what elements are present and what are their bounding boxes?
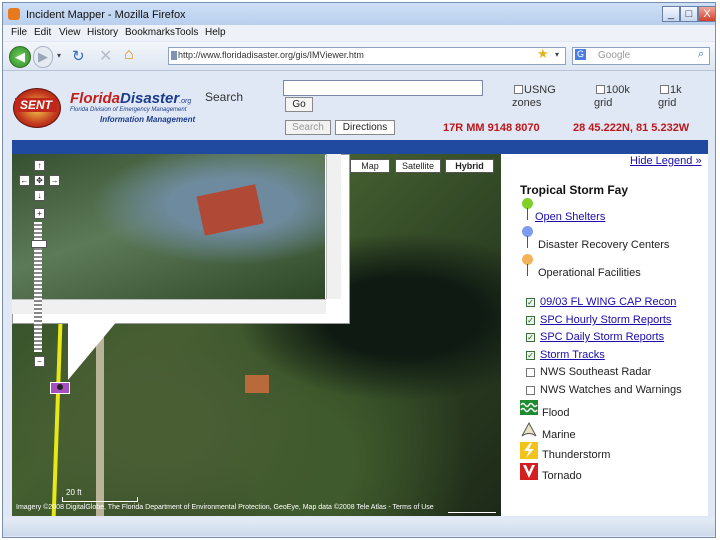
menu-tools[interactable]: Tools <box>175 27 198 38</box>
zoom-slider-handle[interactable] <box>31 240 47 248</box>
1k-grid-label: 1k grid <box>658 84 682 109</box>
scale-label: 20 ft <box>66 488 82 497</box>
info-window-hscrollbar[interactable] <box>12 299 326 314</box>
legend-disaster-recovery: Disaster Recovery Centers <box>538 239 670 251</box>
pan-left-icon[interactable]: ← <box>19 175 30 186</box>
layer-cap-recon-checkbox[interactable]: ✓ <box>526 298 535 307</box>
layer-nws-radar-checkbox[interactable] <box>526 368 535 377</box>
map-type-map[interactable]: Map <box>350 159 390 173</box>
header-divider-bar <box>12 140 708 154</box>
layer-cap-recon[interactable]: 09/03 FL WING CAP Recon <box>540 296 676 308</box>
url-dropdown-icon[interactable]: ▾ <box>555 50 559 59</box>
hide-legend-link[interactable]: Hide Legend » <box>630 155 702 167</box>
close-button[interactable]: X <box>698 6 716 22</box>
legend-open-shelters[interactable]: Open Shelters <box>535 211 605 223</box>
pan-center-icon[interactable]: ✥ <box>34 175 45 186</box>
map-attribution: Imagery ©2008 DigitalGlobe, The Florida … <box>16 504 434 511</box>
layer-spc-daily-checkbox[interactable]: ✓ <box>526 333 535 342</box>
pan-right-icon[interactable]: → <box>49 175 60 186</box>
window-title: Incident Mapper - Mozilla Firefox <box>26 9 186 21</box>
green-pin-stem <box>527 208 528 220</box>
minimize-button[interactable]: _ <box>662 6 680 22</box>
site-icon <box>171 51 177 60</box>
logo-disaster: Disaster <box>120 90 180 107</box>
scale-bar <box>62 497 138 502</box>
menu-file[interactable]: File <box>11 27 27 38</box>
web-search-input[interactable] <box>572 47 710 65</box>
go-button[interactable]: Go <box>285 97 313 112</box>
usng-zones-label: USNG zones <box>512 84 556 109</box>
layer-spc-daily[interactable]: SPC Daily Storm Reports <box>540 331 664 343</box>
directions-tab[interactable]: Directions <box>335 120 395 135</box>
search-tab[interactable]: Search <box>285 120 331 135</box>
orange-pin-stem <box>527 264 528 276</box>
flood-icon <box>520 400 538 415</box>
latlon-coordinate: 28 45.222N, 81 5.232W <box>573 122 690 134</box>
zoom-in-icon[interactable]: + <box>34 208 45 219</box>
back-icon[interactable]: ◀ <box>9 46 31 68</box>
search-label: Search <box>205 90 244 104</box>
reload-icon[interactable]: ↻ <box>72 47 85 65</box>
legend-operational-facilities: Operational Facilities <box>538 267 641 279</box>
marker-lens <box>57 384 63 390</box>
info-window-scrollbar[interactable] <box>326 154 341 299</box>
info-window-tail <box>68 320 118 380</box>
menu-view[interactable]: View <box>59 27 81 38</box>
pan-down-icon[interactable]: ↓ <box>34 190 45 201</box>
magnifier-icon[interactable]: ⌕ <box>698 48 704 61</box>
map-house <box>245 375 269 393</box>
menu-history[interactable]: History <box>87 27 118 38</box>
forward-icon[interactable]: ▶ <box>33 46 53 68</box>
marine-icon <box>520 421 538 437</box>
bookmark-star-icon[interactable]: ★ <box>537 46 549 62</box>
web-search-placeholder: Google <box>598 50 631 61</box>
status-bar <box>3 518 715 536</box>
menu-bar: File Edit View History Bookmarks Tools H… <box>3 25 715 41</box>
logo-florida: Florida <box>70 90 121 107</box>
legend-marine: Marine <box>542 429 576 441</box>
layer-nws-warnings-checkbox[interactable] <box>526 386 535 395</box>
zoom-out-icon[interactable]: − <box>34 356 45 367</box>
legend-title: Tropical Storm Fay <box>520 183 629 197</box>
100k-grid-label: 100k grid <box>594 84 630 109</box>
layer-nws-warnings: NWS Watches and Warnings <box>540 384 682 396</box>
logo-subtitle: Florida Division of Emergency Management <box>70 107 187 113</box>
stop-icon[interactable]: ✕ <box>99 46 112 66</box>
tornado-icon <box>520 463 538 480</box>
logo-subtitle-2: Information Management <box>100 115 196 124</box>
site-logo[interactable]: FloridaDisaster.org <box>70 90 191 107</box>
map-type-hybrid[interactable]: Hybrid <box>445 159 494 173</box>
search-engine-icon[interactable]: G <box>575 49 586 60</box>
layer-spc-hourly-checkbox[interactable]: ✓ <box>526 316 535 325</box>
legend-tornado: Tornado <box>542 470 582 482</box>
map-type-satellite[interactable]: Satellite <box>395 159 441 173</box>
menu-edit[interactable]: Edit <box>34 27 51 38</box>
thunderstorm-icon <box>520 442 538 459</box>
layer-spc-hourly[interactable]: SPC Hourly Storm Reports <box>540 314 671 326</box>
history-dropdown-icon[interactable]: ▾ <box>57 51 61 60</box>
maximize-button[interactable]: □ <box>680 6 698 22</box>
seal-text: SENT <box>15 98 57 112</box>
location-search-input[interactable] <box>283 80 483 96</box>
layer-storm-tracks-checkbox[interactable]: ✓ <box>526 351 535 360</box>
legend-flood: Flood <box>542 407 570 419</box>
pan-up-icon[interactable]: ↑ <box>34 160 45 171</box>
blue-pin-stem <box>527 236 528 248</box>
logo-org: .org <box>179 98 192 105</box>
firefox-icon <box>8 8 20 20</box>
terms-link-underline[interactable] <box>448 512 496 513</box>
address-text: http://www.floridadisaster.org/gis/IMVie… <box>178 50 364 60</box>
home-icon[interactable]: ⌂ <box>124 46 134 64</box>
layer-nws-radar: NWS Southeast Radar <box>540 366 652 378</box>
usng-coordinate: 17R MM 9148 8070 <box>443 122 540 134</box>
legend-thunderstorm: Thunderstorm <box>542 449 611 461</box>
menu-help[interactable]: Help <box>205 27 226 38</box>
menu-bookmarks[interactable]: Bookmarks <box>125 27 175 38</box>
layer-storm-tracks[interactable]: Storm Tracks <box>540 349 605 361</box>
